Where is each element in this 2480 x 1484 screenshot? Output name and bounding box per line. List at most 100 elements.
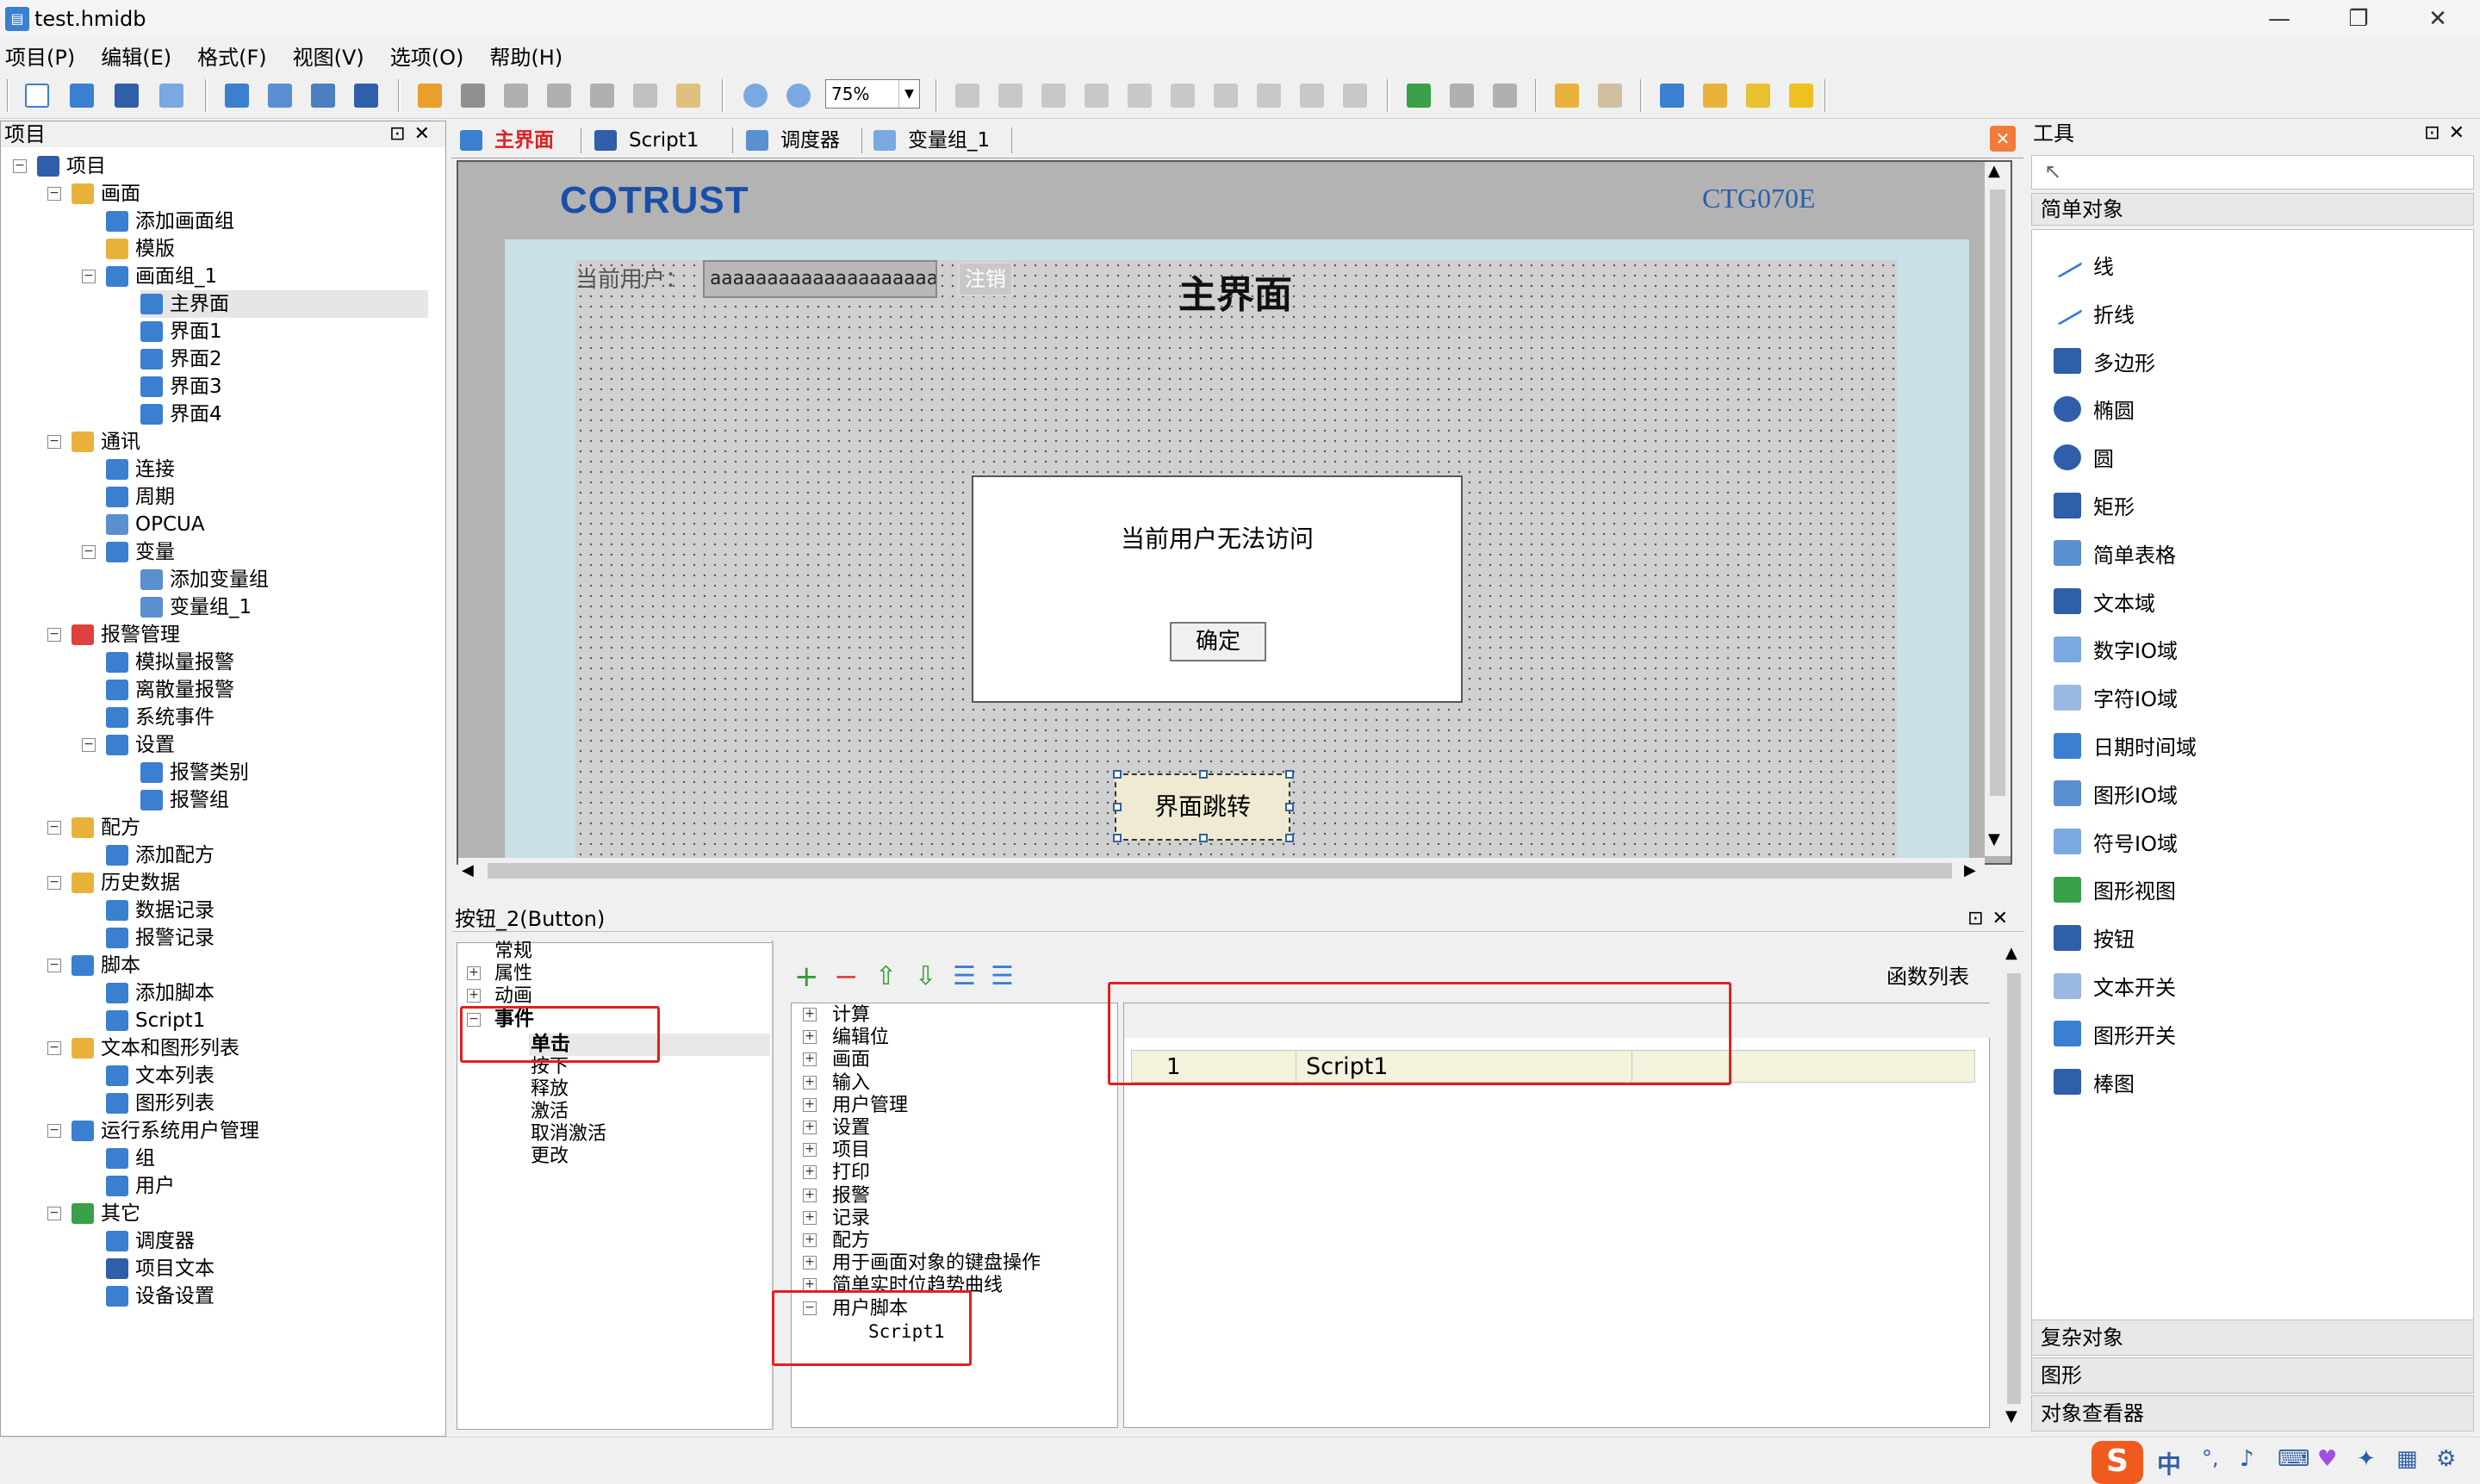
print-icon[interactable]: [155, 79, 188, 112]
tool-item[interactable]: 矩形: [2054, 490, 2135, 520]
tree-expander[interactable]: +: [803, 1008, 817, 1021]
tree-expander[interactable]: −: [82, 738, 96, 752]
open-folder-icon[interactable]: [65, 79, 98, 112]
tree-expander[interactable]: −: [47, 1041, 61, 1055]
function-category[interactable]: 画面: [832, 1049, 870, 1071]
jump-screen-button[interactable]: 界面跳转: [1115, 773, 1290, 841]
zoom-out-icon[interactable]: [782, 79, 815, 112]
tree-item[interactable]: 组: [106, 1145, 155, 1172]
menu-project[interactable]: 项目(P): [5, 40, 75, 71]
properties-scrollbar[interactable]: ▲ ▼: [2002, 944, 2026, 1430]
tool-item[interactable]: 文本开关: [2054, 971, 2176, 1001]
function-category[interactable]: 配方: [832, 1230, 870, 1252]
minimize-button[interactable]: —: [2240, 0, 2319, 38]
canvas-vertical-scrollbar[interactable]: ▲ ▼: [1985, 162, 2011, 856]
tree-item[interactable]: 通讯: [71, 428, 140, 456]
pin-icon[interactable]: ⊡: [1967, 908, 1992, 929]
tree-expander[interactable]: −: [47, 628, 61, 642]
align-top-icon[interactable]: [1080, 79, 1113, 112]
tree-expander[interactable]: −: [47, 187, 61, 201]
tree-expander[interactable]: −: [47, 876, 61, 890]
tree-item[interactable]: 配方: [71, 814, 140, 841]
tree-item[interactable]: 添加脚本: [106, 979, 214, 1007]
tree-item[interactable]: 设备设置: [106, 1282, 214, 1310]
logout-button[interactable]: 注销: [958, 262, 1013, 296]
function-category[interactable]: 用于画面对象的键盘操作: [832, 1252, 1041, 1275]
tree-item[interactable]: 变量组_1: [140, 593, 252, 621]
toolbox-icon[interactable]: ▦: [2396, 1446, 2418, 1472]
tree-item[interactable]: 界面4: [140, 400, 222, 428]
scroll-left-icon[interactable]: ◀: [462, 861, 474, 879]
tool-item[interactable]: 简单表格: [2054, 538, 2176, 568]
pin-icon[interactable]: ⊡: [2424, 122, 2448, 144]
undo-icon[interactable]: [413, 79, 446, 112]
move-up-icon[interactable]: ⇧: [875, 961, 897, 992]
game-icon[interactable]: ✦: [2357, 1446, 2376, 1472]
zoom-in-icon[interactable]: [739, 79, 772, 112]
collapse-all-icon[interactable]: ☰: [991, 961, 1014, 992]
section-object-inspector[interactable]: 对象查看器: [2031, 1395, 2474, 1431]
tab-scheduler[interactable]: 调度器: [746, 124, 840, 157]
function-category[interactable]: 项目: [832, 1139, 870, 1162]
panel-close-icon[interactable]: ✕: [1992, 908, 2017, 929]
tree-item[interactable]: 界面3: [140, 373, 222, 400]
menu-help[interactable]: 帮助(H): [489, 40, 563, 71]
menu-format[interactable]: 格式(F): [197, 40, 267, 71]
move-down-icon[interactable]: ⇩: [915, 961, 936, 992]
scroll-thumb[interactable]: [488, 863, 1952, 879]
tree-item[interactable]: 其它: [71, 1200, 140, 1227]
send-back-icon[interactable]: [1699, 79, 1731, 112]
tool-item[interactable]: 线: [2052, 250, 2114, 280]
tree-item[interactable]: 连接: [106, 456, 175, 483]
section-graphics[interactable]: 图形: [2031, 1357, 2474, 1394]
expand-all-icon[interactable]: ☰: [953, 961, 976, 992]
tree-item[interactable]: 项目: [37, 152, 106, 180]
scroll-thumb[interactable]: [1990, 189, 2005, 796]
tool-item[interactable]: 椭圆: [2054, 394, 2135, 424]
tree-expander[interactable]: +: [803, 1121, 817, 1134]
ime-mode[interactable]: 中: [2157, 1446, 2181, 1481]
function-category[interactable]: 计算: [832, 1004, 870, 1027]
scroll-down-icon[interactable]: ▼: [2005, 1407, 2017, 1425]
tool-item[interactable]: 文本域: [2054, 587, 2155, 617]
skin-icon[interactable]: ♥: [2317, 1446, 2337, 1472]
tree-item[interactable]: 脚本: [71, 952, 140, 979]
canvas-horizontal-scrollbar[interactable]: ◀ ▶: [458, 858, 1985, 884]
flip-icon[interactable]: [1445, 79, 1478, 112]
tool-item[interactable]: 符号IO域: [2054, 827, 2178, 857]
mirror-icon[interactable]: [1489, 79, 1521, 112]
microphone-icon[interactable]: ♪: [2240, 1446, 2254, 1472]
tree-expander[interactable]: −: [82, 545, 96, 559]
screen-title[interactable]: 主界面: [1178, 264, 1292, 319]
same-size-icon[interactable]: [1296, 79, 1328, 112]
function-category[interactable]: 记录: [832, 1208, 870, 1230]
tree-expander[interactable]: +: [803, 1165, 817, 1180]
function-category[interactable]: 输入: [832, 1072, 870, 1095]
scroll-down-icon[interactable]: ▼: [1988, 830, 2000, 848]
new-file-icon[interactable]: [21, 79, 53, 112]
remove-function-icon[interactable]: −: [834, 961, 859, 992]
maximize-button[interactable]: ❐: [2319, 0, 2398, 38]
tree-item[interactable]: 报警类别: [140, 759, 249, 786]
tree-item[interactable]: 项目文本: [106, 1255, 214, 1282]
bring-front-icon[interactable]: [1656, 79, 1688, 112]
save-icon[interactable]: [110, 79, 143, 112]
tree-expander[interactable]: −: [47, 1207, 61, 1220]
section-simple-objects[interactable]: 简单对象: [2031, 193, 2474, 226]
tree-item[interactable]: 系统事件: [106, 704, 214, 731]
chevron-down-icon[interactable]: ▼: [898, 80, 919, 108]
align-left-icon[interactable]: [951, 79, 984, 112]
panel-close-icon[interactable]: ✕: [414, 123, 438, 145]
tree-item[interactable]: 用户: [106, 1172, 175, 1200]
tree-item[interactable]: 周期: [106, 483, 175, 511]
tree-expander[interactable]: −: [47, 821, 61, 835]
punctuation-icon[interactable]: °,: [2202, 1446, 2219, 1470]
tree-item[interactable]: 运行系统用户管理: [71, 1117, 259, 1145]
zoom-select[interactable]: 75% ▼: [825, 79, 920, 109]
tool-item[interactable]: 字符IO域: [2054, 682, 2178, 712]
find-icon[interactable]: [672, 79, 705, 112]
tree-item[interactable]: 添加变量组: [140, 566, 269, 593]
tree-item[interactable]: 数据记录: [106, 897, 214, 924]
ime-logo-icon[interactable]: S: [2092, 1441, 2143, 1484]
scroll-up-icon[interactable]: ▲: [1988, 162, 2000, 180]
